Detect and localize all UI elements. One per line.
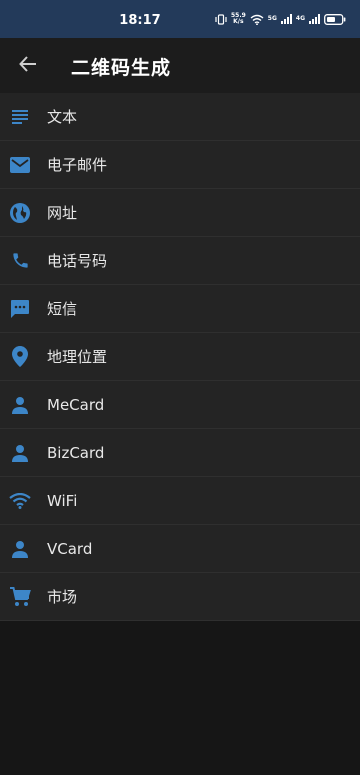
wifi-icon	[0, 477, 40, 525]
vibrate-icon	[215, 13, 227, 25]
page-title: 二维码生成	[71, 57, 172, 79]
list-item-label: 网址	[47, 204, 78, 222]
list-item-sms[interactable]: 短信	[0, 285, 360, 333]
arrow-back-icon	[19, 55, 37, 77]
list-item-url[interactable]: 网址	[0, 189, 360, 237]
list-item-mecard[interactable]: MeCard	[0, 381, 360, 429]
app-bar: 二维码生成	[0, 38, 360, 94]
list-item-label: 短信	[47, 300, 78, 318]
phone-icon	[0, 237, 40, 285]
qr-type-list: 文本 电子邮件 网址 电话号码 短信 地理位置 MeCard BizCard W…	[0, 93, 360, 621]
network-5g-label: 5G	[267, 15, 277, 22]
battery-icon	[324, 13, 346, 25]
status-bar: 18:17 55.9 K/s 5G 4G	[0, 0, 360, 38]
signal-icon	[280, 14, 292, 24]
net-speed: 55.9 K/s	[231, 13, 246, 25]
text-icon	[0, 93, 40, 141]
list-item-market[interactable]: 市场	[0, 573, 360, 621]
list-item-text[interactable]: 文本	[0, 93, 360, 141]
list-item-label: BizCard	[47, 443, 105, 462]
sms-icon	[0, 285, 40, 333]
wifi-status-icon	[250, 14, 264, 25]
list-item-wifi[interactable]: WiFi	[0, 477, 360, 525]
list-item-label: MeCard	[47, 395, 105, 414]
list-item-label: 文本	[47, 108, 78, 126]
list-item-label: 地理位置	[47, 348, 108, 366]
email-icon	[0, 141, 40, 189]
list-item-email[interactable]: 电子邮件	[0, 141, 360, 189]
person-icon	[0, 429, 40, 477]
cart-icon	[0, 573, 40, 621]
status-icons: 55.9 K/s 5G 4G	[215, 13, 346, 25]
list-item-location[interactable]: 地理位置	[0, 333, 360, 381]
list-item-label: 电子邮件	[47, 156, 108, 174]
list-item-label: 电话号码	[47, 252, 108, 270]
network-4g-label: 4G	[295, 15, 305, 22]
location-icon	[0, 333, 40, 381]
list-item-phone[interactable]: 电话号码	[0, 237, 360, 285]
list-item-label: WiFi	[47, 491, 78, 510]
net-speed-unit: K/s	[233, 18, 244, 25]
list-item-vcard[interactable]: VCard	[0, 525, 360, 573]
back-button[interactable]	[0, 38, 56, 94]
person-icon	[0, 381, 40, 429]
list-item-bizcard[interactable]: BizCard	[0, 429, 360, 477]
globe-icon	[0, 189, 40, 237]
list-item-label: VCard	[47, 539, 93, 558]
signal-icon	[309, 14, 320, 24]
list-item-label: 市场	[47, 588, 78, 606]
person-icon	[0, 525, 40, 573]
